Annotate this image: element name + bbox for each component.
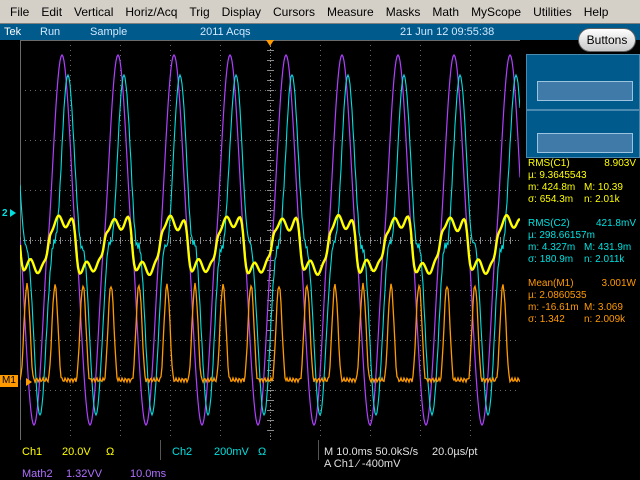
stat-right: M: 3.069 (584, 302, 623, 313)
menu-vertical[interactable]: Vertical (68, 0, 119, 24)
control-window-2-field[interactable] (537, 133, 633, 153)
buttons-button[interactable]: Buttons (578, 28, 636, 52)
stat-right: n: 2.01k (584, 194, 620, 205)
stat-right: n: 2.011k (584, 254, 625, 265)
trigger-position-icon[interactable] (266, 40, 274, 46)
ch2-scale[interactable]: 200mV (214, 446, 249, 458)
menu-display[interactable]: Display (216, 0, 267, 24)
ch1-label[interactable]: Ch1 (22, 446, 42, 458)
ch2-ground-marker[interactable]: 2 (2, 208, 16, 219)
stat-right: M: 431.9m (584, 242, 632, 253)
measurement-title: Mean(M1) (528, 278, 574, 289)
math2-label[interactable]: Math2 (22, 468, 53, 480)
menu-math[interactable]: Math (426, 0, 465, 24)
menu-myscope[interactable]: MyScope (465, 0, 527, 24)
control-window-2[interactable] (526, 110, 640, 158)
measurement-1[interactable]: RMS(C1) 8.903V µ: 9.3645543 m: 424.8m M: 10.… (526, 158, 640, 206)
date-time: 21 Jun 12 09:55:38 (400, 26, 495, 38)
menu-horiz-acq[interactable]: Horiz/Acq (119, 0, 183, 24)
acquisition-count: 2011 Acqs (200, 26, 251, 38)
measurement-title: RMS(C1) (528, 158, 570, 169)
control-window-1[interactable] (526, 54, 640, 110)
stat-right: n: 2.009k (584, 314, 626, 325)
menu-measure[interactable]: Measure (321, 0, 380, 24)
menu-utilities[interactable]: Utilities (527, 0, 578, 24)
right-panel: RMS(C1) 8.903V µ: 9.3645543 m: 424.8m M: 10.… (522, 40, 640, 440)
stat-left: µ: 9.3645543 (528, 170, 587, 181)
brand-label: Tek (4, 26, 22, 38)
menu-bar: File Edit Vertical Horiz/Acq Trig Display Curs… (0, 0, 640, 24)
measurement-title: RMS(C2) (528, 218, 570, 229)
stat-left: m: 424.8m (528, 182, 576, 193)
readout-divider (318, 440, 319, 460)
trigger-readout[interactable]: A Ch1 ⁄ -400mV (324, 458, 400, 470)
acquisition-mode: Sample (90, 26, 128, 38)
control-window-1-field[interactable] (537, 81, 633, 101)
stat-left: σ: 654.3m (528, 194, 574, 205)
menu-help[interactable]: Help (578, 0, 615, 24)
menu-edit[interactable]: Edit (35, 0, 68, 24)
ch1-bandwidth-icon: Ω (106, 446, 115, 458)
ch1-scale[interactable]: 20.0V (62, 446, 91, 458)
menu-cursors[interactable]: Cursors (267, 0, 321, 24)
run-status: Run (40, 26, 61, 38)
m1-marker-label: M1 (2, 375, 16, 386)
arrow-right-icon (26, 378, 32, 386)
stat-left: µ: 2.0860535 (528, 290, 587, 301)
math2-scale[interactable]: 1.32VV (66, 468, 102, 480)
readout-divider (160, 440, 161, 460)
measurement-value: 421.8mV (595, 218, 636, 229)
stat-left: σ: 180.9m (528, 254, 574, 265)
measurement-value: 8.903V (604, 158, 636, 169)
ch2-label[interactable]: Ch2 (172, 446, 192, 458)
measurement-value: 3.001W (601, 278, 636, 289)
stat-left: µ: 298.66157m (528, 230, 595, 241)
measurement-2[interactable]: RMS(C2) 421.8mV µ: 298.66157m m: 4.327m M: 4… (526, 218, 640, 266)
stat-left: m: -16.61m (528, 302, 579, 313)
timebase-readout[interactable]: M 10.0ms 50.0kS/s (324, 446, 418, 458)
ch2-marker-label: 2 (2, 208, 8, 219)
arrow-right-icon (9, 209, 16, 218)
stat-left: m: 4.327m (528, 242, 576, 253)
menu-trig[interactable]: Trig (183, 0, 215, 24)
menu-file[interactable]: File (4, 0, 35, 24)
menu-masks[interactable]: Masks (380, 0, 427, 24)
bottom-readout: Ch1 20.0V Ω Ch2 200mV Ω M 10.0ms 50.0kS/… (0, 440, 640, 480)
m1-ground-marker[interactable]: M1 (0, 375, 18, 387)
waveform-display[interactable] (20, 40, 520, 440)
measurement-3[interactable]: Mean(M1) 3.001W µ: 2.0860535 m: -16.61m M: 3… (526, 278, 640, 326)
stat-right: M: 10.39 (584, 182, 623, 193)
stat-left: σ: 1.342 (528, 314, 565, 325)
resolution-readout: 20.0µs/pt (432, 446, 478, 458)
ch2-bandwidth-icon: Ω (258, 446, 267, 458)
status-bar: Tek Run Sample 2011 Acqs 21 Jun 12 09:55… (0, 24, 640, 40)
math2-timebase: 10.0ms (130, 468, 167, 480)
